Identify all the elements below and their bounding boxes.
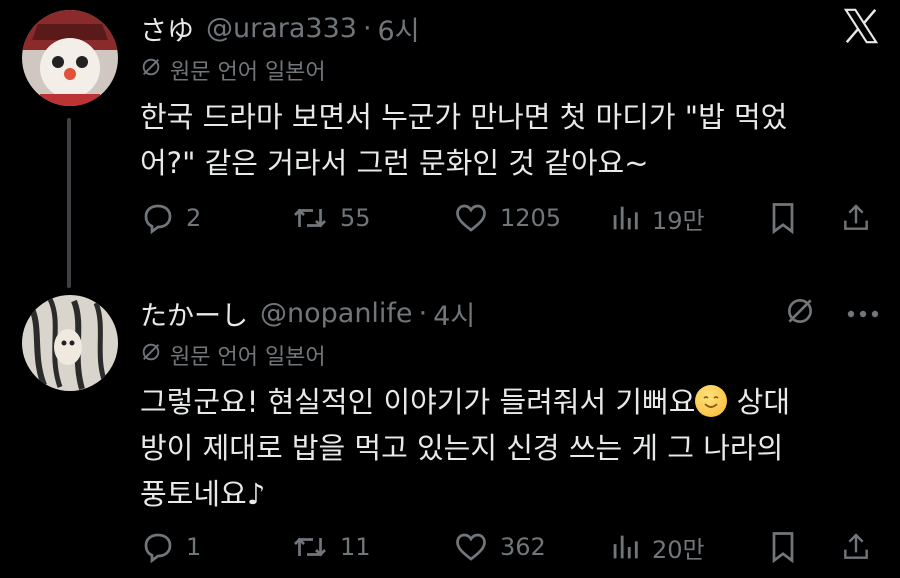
timestamp[interactable]: 4시 (433, 294, 475, 333)
views-count: 20만 (652, 535, 705, 564)
bookmark-icon (772, 203, 794, 235)
share-button[interactable] (840, 200, 872, 236)
username[interactable]: @nopanlife (260, 298, 413, 329)
share-icon (844, 204, 868, 230)
bookmark-button[interactable] (768, 200, 798, 236)
separator: · (418, 297, 428, 329)
tweet-actions: 1 11 362 20만 (140, 527, 880, 567)
heart-icon (456, 204, 486, 232)
thread-line (67, 118, 71, 288)
like-count: 362 (500, 533, 546, 561)
tweet-text: 한국 드라마 보면서 누군가 만나면 첫 마디가 "밥 먹었 어?" 같은 거라… (140, 100, 788, 180)
views-button[interactable]: 20만 (608, 529, 705, 565)
source-language-label: 원문 언어 일본어 (170, 60, 326, 85)
avatar-image (22, 10, 118, 106)
source-language-note: 원문 언어 일본어 (140, 339, 326, 371)
source-language-note: 원문 언어 일본어 (140, 54, 326, 86)
bookmark-button[interactable] (768, 529, 798, 565)
translate-off-icon (140, 341, 162, 369)
like-count: 1205 (500, 204, 562, 232)
separator: · (362, 12, 372, 44)
views-button[interactable]: 19만 (608, 200, 705, 236)
tweet-text-rest: 방이 제대로 밥을 먹고 있는지 신경 쓰는 게 그 나라의 풍토네요♪ (140, 431, 784, 511)
more-icon[interactable] (846, 304, 880, 323)
tweet-card[interactable]: たかーし @nopanlife · 4시 원문 언어 일본어 그렇군요! 현실적… (0, 285, 900, 578)
repost-count: 55 (340, 204, 371, 232)
tweet-header: さゆ @urara333 · 6시 (140, 6, 880, 50)
views-count: 19만 (652, 206, 705, 235)
views-icon (613, 206, 638, 230)
timestamp[interactable]: 6시 (378, 9, 420, 48)
repost-icon (294, 208, 326, 228)
repost-button[interactable]: 55 (290, 200, 371, 236)
reply-count: 2 (186, 204, 202, 232)
avatar[interactable] (22, 10, 118, 106)
tweet-actions: 2 55 1205 19만 (140, 198, 880, 238)
translate-off-icon (140, 56, 162, 84)
x-logo-icon[interactable] (842, 7, 880, 49)
avatar-image (22, 295, 118, 391)
tweet-card[interactable]: さゆ @urara333 · 6시 원문 언어 일본어 한국 드라마 보면서 누… (0, 0, 900, 288)
repost-button[interactable]: 11 (290, 529, 371, 565)
repost-icon (294, 537, 326, 557)
reply-count: 1 (186, 533, 202, 561)
smiling-face-emoji-icon (695, 385, 728, 417)
avatar[interactable] (22, 295, 118, 391)
tweet-header: たかーし @nopanlife · 4시 (140, 291, 880, 335)
reply-icon (144, 204, 172, 235)
display-name[interactable]: さゆ (140, 9, 194, 48)
source-language-label: 원문 언어 일본어 (170, 345, 326, 370)
tweet-text: 그렇군요! 현실적인 이야기가 들려줘서 기뻐요 상대 방이 제대로 밥을 먹고… (140, 379, 870, 517)
reply-button[interactable]: 2 (140, 200, 201, 236)
like-button[interactable]: 362 (452, 529, 546, 565)
share-icon (844, 533, 868, 559)
like-button[interactable]: 1205 (452, 200, 561, 236)
translate-off-icon[interactable] (784, 295, 816, 331)
heart-icon (456, 533, 486, 561)
views-icon (613, 535, 638, 559)
bookmark-icon (772, 532, 794, 564)
repost-count: 11 (340, 533, 371, 561)
reply-button[interactable]: 1 (140, 529, 201, 565)
tweet-text-line1-tail: 상대 (727, 385, 791, 419)
display-name[interactable]: たかーし (140, 294, 248, 333)
username[interactable]: @urara333 (206, 13, 357, 44)
share-button[interactable] (840, 529, 872, 565)
tweet-text-line1: 그렇군요! 현실적인 이야기가 들려줘서 기뻐요 (140, 385, 696, 419)
reply-icon (144, 533, 172, 564)
